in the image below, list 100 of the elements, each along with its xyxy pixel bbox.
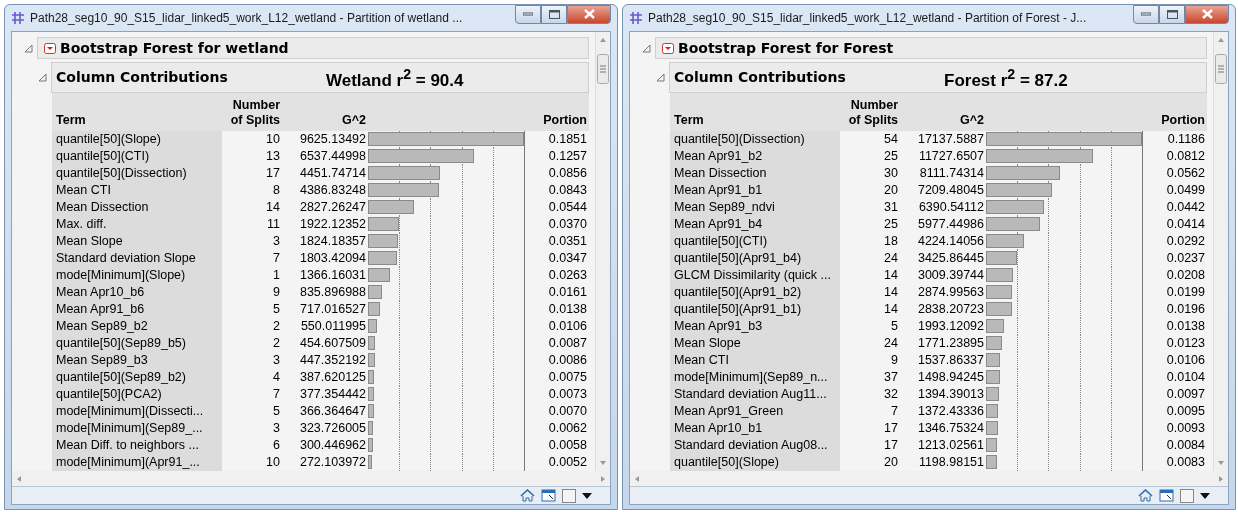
table-cell-text: 300.446962 bbox=[298, 436, 367, 454]
scroll-left-icon[interactable] bbox=[634, 474, 640, 483]
table-cell-text: 6537.44998 bbox=[298, 147, 367, 165]
vertical-scrollbar[interactable] bbox=[595, 32, 610, 471]
minimize-button[interactable] bbox=[1133, 4, 1159, 24]
maximize-button[interactable] bbox=[1159, 4, 1185, 24]
column-header: Number of Splits bbox=[222, 92, 282, 131]
close-icon bbox=[1201, 9, 1213, 19]
table-cell-text: 6 bbox=[272, 436, 281, 454]
table-cell-text: 17 bbox=[883, 436, 899, 454]
window-icon[interactable] bbox=[1159, 489, 1174, 502]
minimize-button[interactable] bbox=[515, 4, 541, 24]
table-cell-text: 9 bbox=[890, 351, 899, 369]
table-cell-text: 387.620125 bbox=[298, 368, 367, 386]
table-cell-text: 7209.48045 bbox=[916, 181, 985, 199]
collapse-icon[interactable] bbox=[24, 43, 33, 53]
app-icon bbox=[11, 11, 25, 25]
section-title: Column Contributions bbox=[674, 69, 847, 86]
column-header: Number of Splits bbox=[840, 92, 900, 131]
table-cell-text: 13 bbox=[265, 147, 281, 165]
horizontal-scrollbar[interactable] bbox=[630, 471, 1228, 486]
table-cell-text: 1824.18357 bbox=[298, 232, 367, 250]
checkbox-icon[interactable] bbox=[562, 488, 576, 503]
dropdown-arrow-icon[interactable] bbox=[1200, 491, 1210, 500]
table-cell-text: 2838.20723 bbox=[916, 300, 985, 318]
table-cell-text: 0.0856 bbox=[547, 164, 588, 182]
annotation-text: Wetland r$^{2}$ = 90.4 bbox=[326, 65, 464, 91]
table-cell-text: 5 bbox=[272, 402, 281, 420]
home-icon[interactable] bbox=[1138, 489, 1153, 502]
table-cell-text: 1394.39013 bbox=[916, 385, 985, 403]
scroll-left-icon[interactable] bbox=[16, 474, 22, 483]
checkbox-icon[interactable] bbox=[1180, 488, 1194, 503]
table-cell-text: 32 bbox=[883, 385, 899, 403]
table-cell-text: 0.0138 bbox=[547, 300, 588, 318]
table-cell-text: 11 bbox=[266, 215, 281, 233]
scroll-thumb[interactable] bbox=[1215, 54, 1227, 84]
table-cell-text: 8 bbox=[272, 181, 281, 199]
table-cell-text: 1922.12352 bbox=[298, 215, 367, 233]
table-cell-text: 3 bbox=[272, 232, 281, 250]
scroll-thumb[interactable] bbox=[597, 54, 609, 84]
table-cell-text: 0.0095 bbox=[1165, 402, 1206, 420]
table-cell-text: 5977.44986 bbox=[916, 215, 985, 233]
table-cell-text: 0.0138 bbox=[1165, 317, 1206, 335]
vertical-scrollbar[interactable] bbox=[1213, 32, 1228, 471]
collapse-icon[interactable] bbox=[656, 72, 665, 82]
table-cell-text: 1537.86337 bbox=[916, 351, 985, 369]
table-cell-text: 0.1257 bbox=[547, 147, 588, 165]
maximize-icon bbox=[1166, 9, 1178, 19]
table-cell-text: 1372.43336 bbox=[916, 402, 985, 420]
column-header: Term bbox=[52, 92, 222, 131]
window-icon[interactable] bbox=[541, 489, 556, 502]
scroll-right-icon[interactable] bbox=[1218, 474, 1224, 483]
table-cell-text: 0.0562 bbox=[1165, 164, 1206, 182]
scroll-right-icon[interactable] bbox=[600, 474, 606, 483]
table-cell-text: 0.0199 bbox=[1165, 283, 1206, 301]
table-cell-text: 2 bbox=[272, 317, 281, 335]
table-cell-text: 0.0070 bbox=[547, 402, 588, 420]
dropdown-arrow-icon[interactable] bbox=[582, 491, 592, 500]
dropdown-icon[interactable] bbox=[44, 42, 56, 54]
table-cell-text: 4451.74714 bbox=[298, 164, 367, 182]
collapse-icon[interactable] bbox=[38, 72, 47, 82]
close-icon bbox=[583, 9, 595, 19]
table-cell-text: 1346.75324 bbox=[916, 419, 985, 437]
dropdown-icon[interactable] bbox=[662, 42, 674, 54]
table-cell-text: 447.352192 bbox=[298, 351, 367, 369]
maximize-button[interactable] bbox=[541, 4, 567, 24]
close-button[interactable] bbox=[567, 4, 611, 24]
table-cell-text: 0.0097 bbox=[1165, 385, 1206, 403]
table-cell-text: 0.0414 bbox=[1165, 215, 1206, 233]
table-cell-text: 20 bbox=[883, 181, 899, 199]
table-cell-text: 8111.74314 bbox=[918, 164, 985, 182]
column-header: Portion bbox=[525, 92, 589, 131]
maximize-icon bbox=[548, 9, 560, 19]
table-cell-text: 0.0843 bbox=[547, 181, 588, 199]
horizontal-scrollbar[interactable] bbox=[12, 471, 610, 486]
collapse-icon[interactable] bbox=[642, 43, 651, 53]
table-cell-text: 4386.83248 bbox=[298, 181, 367, 199]
table-cell-text: 3425.86445 bbox=[916, 249, 985, 267]
table-cell-text: 323.726005 bbox=[298, 419, 367, 437]
table-cell-text: 454.607509 bbox=[298, 334, 367, 352]
minimize-icon bbox=[523, 12, 533, 16]
table-cell-text: 2827.26247 bbox=[298, 198, 367, 216]
close-button[interactable] bbox=[1185, 4, 1229, 24]
table-cell-text: 0.0123 bbox=[1165, 334, 1206, 352]
table-cell-text: 0.0104 bbox=[1165, 368, 1206, 386]
table-cell-text: 10 bbox=[265, 453, 281, 471]
table-cell-text: 37 bbox=[883, 368, 899, 386]
home-icon[interactable] bbox=[520, 489, 535, 502]
table-cell-text: 6390.54112 bbox=[917, 198, 985, 216]
table-cell-text: 0.0075 bbox=[547, 368, 588, 386]
table-cell-text: 17 bbox=[883, 419, 899, 437]
report-title: Bootstrap Forest for wetland bbox=[60, 40, 289, 56]
table-cell-text: 0.0812 bbox=[1165, 147, 1206, 165]
table-cell-text: 0.0351 bbox=[547, 232, 588, 250]
table-cell-text: 10 bbox=[265, 130, 281, 148]
table-cell-text: 0.0052 bbox=[547, 453, 588, 471]
table-cell-text: 14 bbox=[883, 266, 899, 284]
table-cell-text: 18 bbox=[883, 232, 899, 250]
table-cell-text: 5 bbox=[272, 300, 281, 318]
table-cell-text: 24 bbox=[883, 334, 899, 352]
